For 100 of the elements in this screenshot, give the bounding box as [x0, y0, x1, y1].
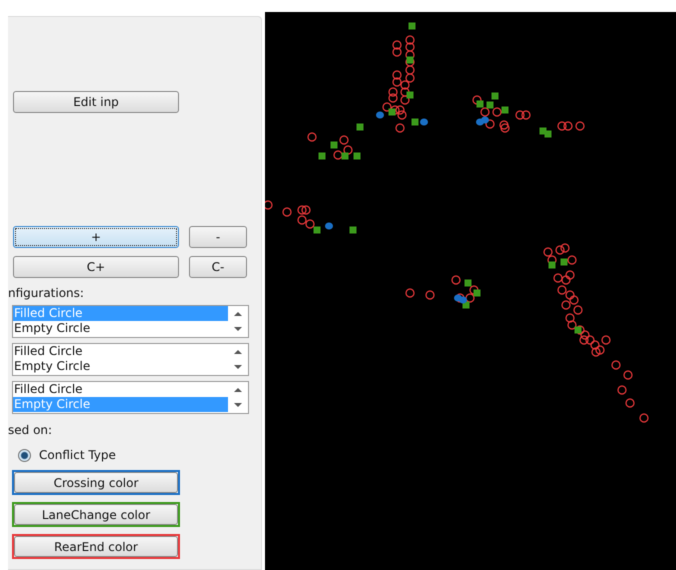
circle-marker	[625, 398, 635, 408]
remove-button[interactable]: -	[189, 226, 247, 248]
circle-marker	[405, 35, 415, 45]
circle-marker	[569, 295, 579, 305]
circle-marker	[485, 119, 495, 129]
circle-marker	[297, 215, 307, 225]
circle-marker	[395, 123, 405, 133]
circle-marker	[392, 70, 402, 80]
down-arrow-icon[interactable]	[233, 326, 243, 332]
circle-marker	[561, 300, 571, 310]
circle-marker	[499, 120, 509, 130]
square-marker	[502, 106, 508, 114]
square-marker	[474, 290, 480, 296]
square-marker	[330, 142, 338, 148]
circle-marker	[451, 275, 461, 285]
square-marker	[464, 280, 472, 286]
dot-marker	[325, 222, 333, 230]
circle-marker	[465, 293, 475, 303]
circle-marker	[390, 105, 400, 115]
based-on-label: sed on:	[8, 423, 54, 437]
square-marker	[318, 152, 326, 160]
color-button[interactable]: LaneChange color	[14, 504, 178, 525]
square-marker	[342, 152, 348, 160]
circle-marker	[563, 121, 573, 131]
circle-marker	[405, 65, 415, 75]
cluster-add-button[interactable]: C+	[13, 256, 179, 278]
circle-marker	[553, 273, 563, 283]
circle-marker	[455, 293, 465, 303]
radio-button[interactable]	[18, 448, 31, 462]
down-arrow-icon[interactable]	[233, 364, 243, 370]
marker-list[interactable]: Filled Circle Empty Circle	[12, 381, 249, 414]
color-button[interactable]: RearEnd color	[14, 536, 178, 557]
square-marker	[356, 124, 364, 130]
circle-marker	[480, 107, 490, 117]
circle-marker	[560, 243, 570, 253]
circle-marker	[515, 110, 525, 120]
circle-marker	[585, 335, 595, 345]
edit-inp-button[interactable]: Edit inp	[13, 91, 179, 113]
circle-marker	[595, 345, 605, 355]
circle-marker	[392, 40, 402, 50]
circle-marker	[623, 370, 633, 380]
square-marker	[388, 108, 396, 116]
up-arrow-icon[interactable]	[233, 348, 243, 355]
circle-marker	[573, 305, 583, 315]
add-button[interactable]: +	[13, 226, 179, 248]
circle-marker	[397, 110, 407, 120]
circle-marker	[567, 320, 577, 330]
up-arrow-icon[interactable]	[233, 310, 243, 317]
list-item[interactable]: Empty Circle	[13, 321, 228, 336]
circle-marker	[343, 145, 353, 155]
circle-marker	[339, 135, 349, 145]
circle-marker	[400, 95, 410, 105]
marker-list[interactable]: Filled Circle Empty Circle	[12, 305, 249, 338]
circle-marker	[395, 105, 405, 115]
circle-marker	[472, 95, 482, 105]
circle-marker	[575, 325, 585, 335]
circle-marker	[297, 205, 307, 215]
cluster-remove-button[interactable]: C-	[189, 256, 247, 278]
list-item[interactable]: Empty Circle	[13, 359, 228, 374]
circle-marker	[555, 245, 565, 255]
circle-marker	[617, 385, 627, 395]
circle-marker	[392, 47, 402, 57]
circle-marker	[492, 107, 502, 117]
circle-marker	[557, 121, 567, 131]
circle-marker	[305, 219, 315, 229]
square-marker	[354, 152, 360, 160]
circle-marker	[388, 87, 398, 97]
marker-list[interactable]: Filled Circle Empty Circle	[12, 343, 249, 376]
circle-marker	[579, 335, 589, 345]
square-marker	[314, 226, 320, 234]
up-arrow-icon[interactable]	[233, 386, 243, 393]
list-item[interactable]: Filled Circle	[13, 344, 228, 359]
circle-marker	[591, 347, 601, 357]
square-marker	[406, 92, 414, 98]
square-marker	[406, 56, 414, 64]
circle-marker	[561, 275, 571, 285]
circle-marker	[557, 285, 567, 295]
circle-marker	[547, 255, 557, 265]
configurations-label: nfigurations:	[8, 286, 85, 300]
circle-marker	[565, 313, 575, 323]
circle-marker	[425, 290, 435, 300]
color-button[interactable]: Crossing color	[14, 472, 178, 493]
circle-marker	[590, 340, 600, 350]
square-marker	[350, 226, 356, 234]
circle-marker	[405, 288, 415, 298]
circle-marker	[282, 207, 292, 217]
circle-marker	[307, 132, 317, 142]
square-marker	[560, 258, 568, 266]
circle-marker	[567, 255, 577, 265]
circle-marker	[575, 121, 585, 131]
circle-marker	[388, 93, 398, 103]
square-marker	[412, 118, 418, 126]
circle-marker	[301, 205, 311, 215]
down-arrow-icon[interactable]	[233, 402, 243, 408]
circle-marker	[469, 285, 479, 295]
circle-marker	[521, 110, 531, 120]
list-item[interactable]: Filled Circle	[13, 382, 228, 397]
circle-marker	[601, 335, 611, 345]
square-marker	[492, 92, 498, 100]
circle-marker	[392, 77, 402, 87]
